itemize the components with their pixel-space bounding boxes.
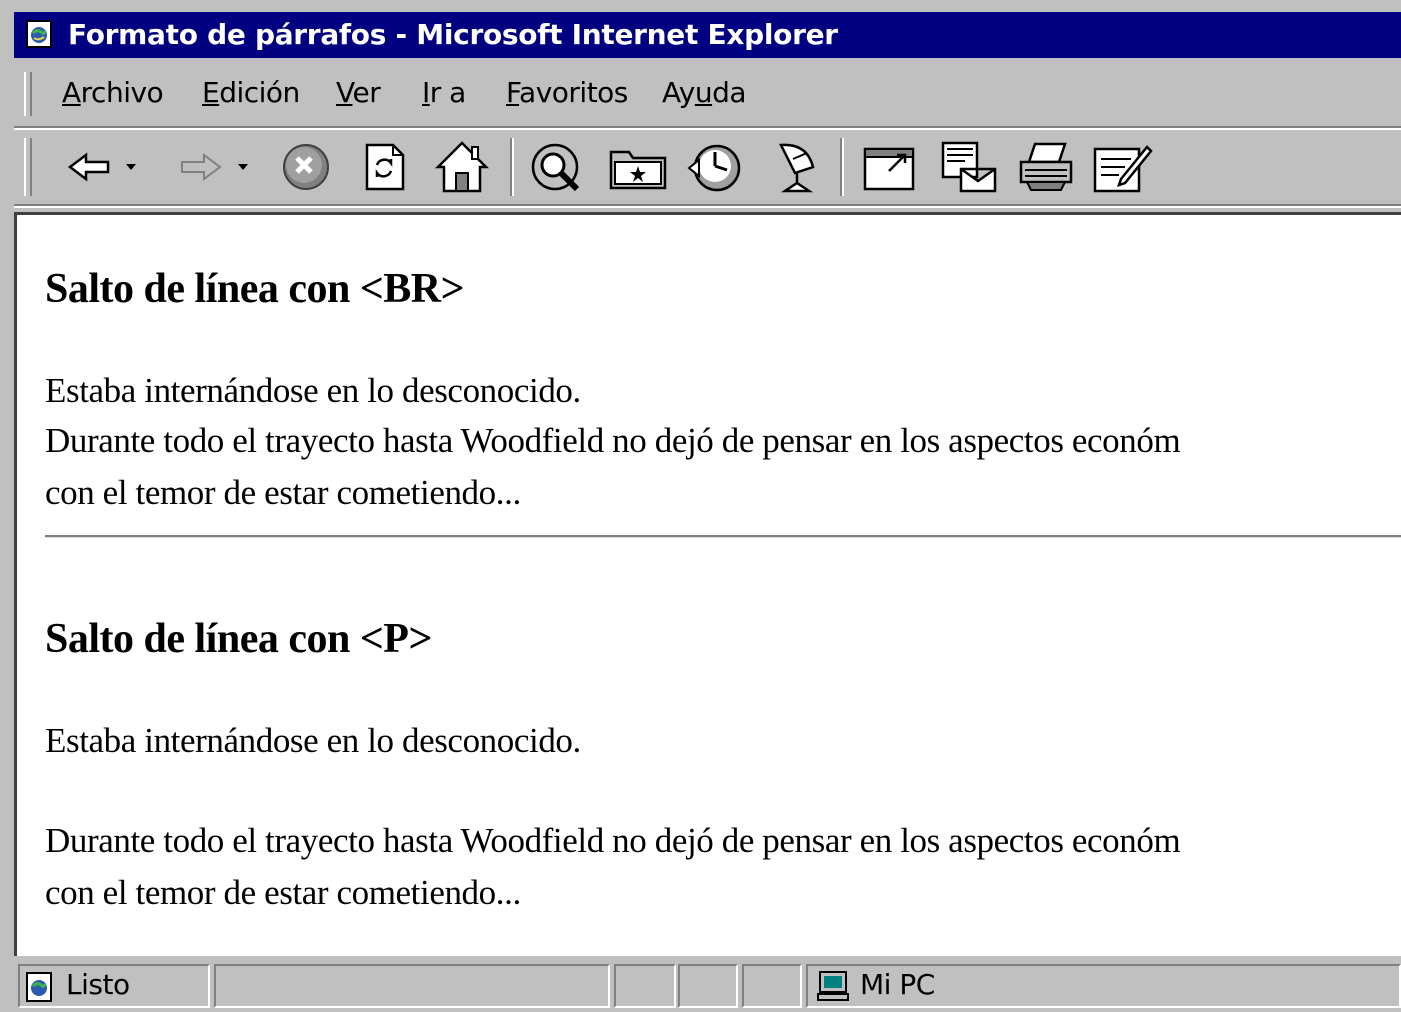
menu-label: da <box>712 76 747 109</box>
heading-p: Salto de línea con <P> <box>45 616 432 662</box>
print-icon <box>1019 142 1073 191</box>
print-button[interactable] <box>1014 140 1078 194</box>
history-icon <box>687 144 741 192</box>
search-button[interactable] <box>526 140 588 194</box>
menu-ir-a[interactable]: Ir a <box>422 76 466 109</box>
history-button[interactable] <box>684 140 748 194</box>
home-icon <box>434 141 490 193</box>
menu-label: avoritos <box>519 76 628 109</box>
toolbar-separator <box>510 138 514 196</box>
paragraph-line: con el temor de estar cometiendo... <box>45 873 521 912</box>
mail-icon <box>941 141 997 193</box>
mail-button[interactable] <box>936 140 1000 194</box>
fullscreen-icon <box>863 147 915 191</box>
menu-label: dición <box>219 76 300 109</box>
menu-bar: Archivo Edición Ver Ir a Favoritos Ayuda <box>14 62 1401 126</box>
menu-favoritos[interactable]: Favoritos <box>506 76 628 109</box>
stop-icon <box>283 144 329 190</box>
paragraph-line: Estaba internándose en lo desconocido. <box>45 371 581 410</box>
toolbar <box>14 130 1401 204</box>
paragraph-line: Durante todo el trayecto hasta Woodfield… <box>45 421 1181 460</box>
edit-icon <box>1093 145 1153 193</box>
channels-icon <box>779 143 815 193</box>
status-panel <box>678 964 738 1008</box>
toolbar-separator-line <box>14 204 1401 208</box>
status-panel-main: Listo <box>18 964 210 1008</box>
toolbar-separator <box>840 138 844 196</box>
edit-button[interactable] <box>1090 140 1154 194</box>
menubar-grip[interactable] <box>24 72 32 116</box>
window-title: Formato de párrafos - Microsoft Internet… <box>68 18 838 51</box>
menu-ayuda[interactable]: Ayuda <box>662 76 747 109</box>
page-content[interactable]: Salto de línea con <BR> Estaba internánd… <box>14 212 1401 956</box>
refresh-button[interactable] <box>358 140 412 194</box>
status-panel-zone: Mi PC <box>806 964 1401 1008</box>
forward-icon <box>181 153 248 181</box>
paragraph: Estaba internándose en lo desconocido. <box>45 721 581 760</box>
forward-button[interactable] <box>176 140 262 194</box>
menu-label: Ay <box>662 76 695 109</box>
refresh-icon <box>365 143 405 191</box>
menu-archivo[interactable]: Archivo <box>62 76 164 109</box>
status-panel-progress <box>214 964 610 1008</box>
status-panel <box>742 964 802 1008</box>
horizontal-rule <box>45 535 1401 538</box>
menu-label: er <box>352 76 381 109</box>
fullscreen-button[interactable] <box>858 140 920 194</box>
toolbar-grip[interactable] <box>24 138 32 196</box>
title-bar[interactable]: Formato de párrafos - Microsoft Internet… <box>14 12 1401 58</box>
ie-page-icon[interactable] <box>26 20 52 48</box>
heading-br: Salto de línea con <BR> <box>45 266 465 312</box>
back-icon <box>67 152 136 182</box>
status-text: Listo <box>66 968 130 1001</box>
menu-label: rchivo <box>80 76 164 109</box>
zone-text: Mi PC <box>860 968 935 1001</box>
channels-button[interactable] <box>766 140 830 194</box>
back-button[interactable] <box>64 140 150 194</box>
paragraph-line: con el temor de estar cometiendo... <box>45 473 521 512</box>
favorites-icon <box>609 150 667 190</box>
home-button[interactable] <box>432 140 492 194</box>
search-icon <box>531 143 580 192</box>
page-status-icon <box>26 972 52 1007</box>
favorites-button[interactable] <box>606 140 670 194</box>
status-panel <box>614 964 676 1008</box>
computer-icon <box>816 970 850 1007</box>
menu-edicion[interactable]: Edición <box>202 76 300 109</box>
stop-button[interactable] <box>278 140 334 194</box>
menu-ver[interactable]: Ver <box>336 76 381 109</box>
menu-label: r a <box>429 76 467 109</box>
status-bar: Listo Mi PC <box>14 960 1401 1012</box>
paragraph-line: Durante todo el trayecto hasta Woodfield… <box>45 821 1181 860</box>
